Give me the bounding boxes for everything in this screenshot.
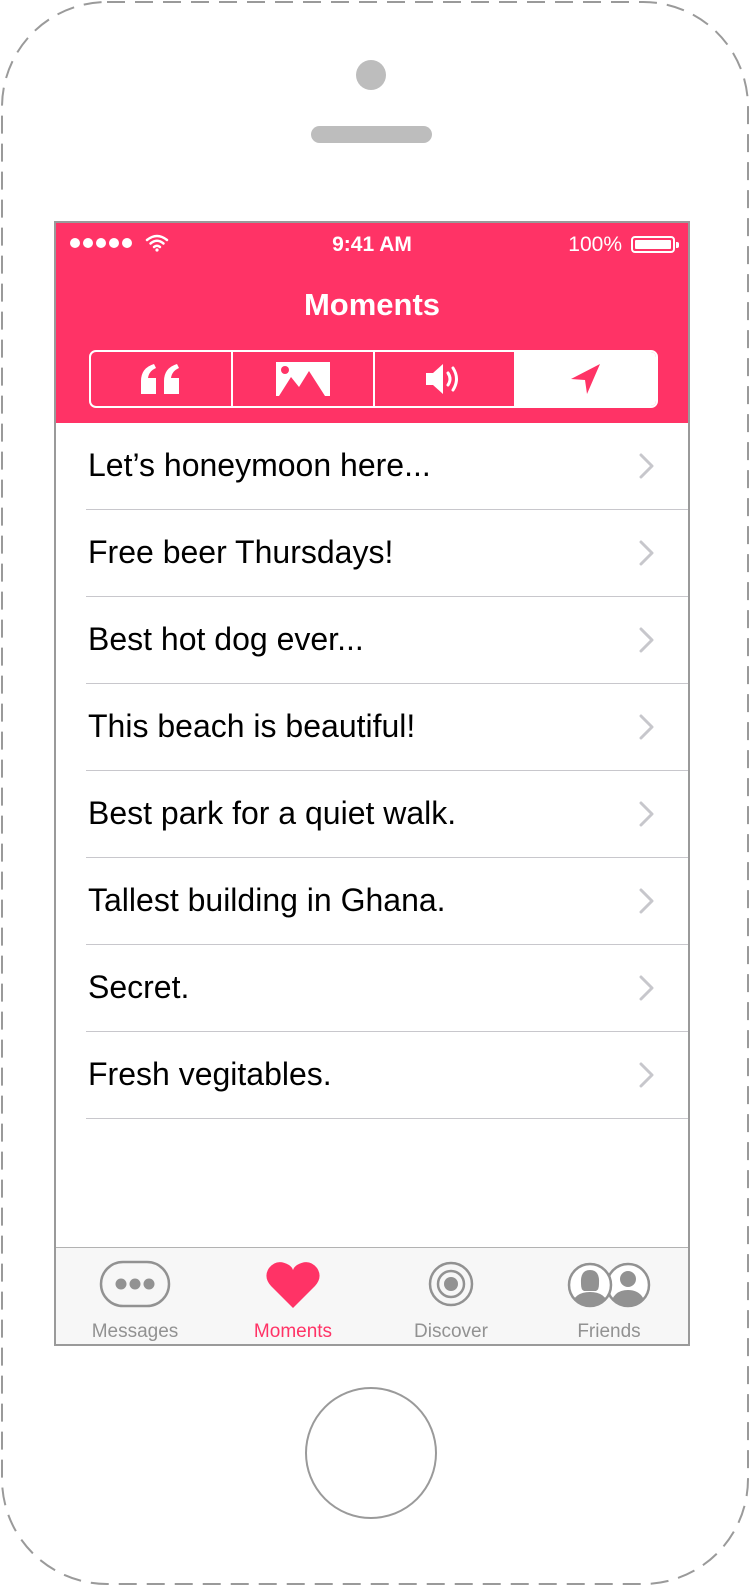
tab-messages[interactable]: Messages [56,1248,214,1344]
segment-audio[interactable] [375,352,517,406]
segment-photos[interactable] [233,352,375,406]
segment-location[interactable] [516,352,656,406]
image-icon [275,362,330,396]
nav-header: 9:41 AM 100% Moments [56,223,688,423]
tab-label: Messages [91,1321,179,1342]
moment-type-segmented-control [89,350,658,408]
friends-icon [567,1262,651,1308]
list-item-label: Fresh vegitables. [88,1056,332,1092]
list-item[interactable]: Tallest building in Ghana. [56,858,688,945]
list-item[interactable]: Best hot dog ever... [56,597,688,684]
segment-quotes[interactable] [91,352,233,406]
tab-bar: Messages Moments Discover Friends [56,1247,688,1344]
chevron-right-icon [639,975,654,1001]
quote-icon [140,364,179,394]
status-bar: 9:41 AM 100% [56,223,688,267]
battery-icon [631,236,679,253]
list-item[interactable]: Let’s honeymoon here... [56,423,688,510]
chevron-right-icon [639,453,654,479]
page-title: Moments [303,287,441,322]
tab-discover[interactable]: Discover [372,1248,530,1344]
heart-icon [266,1262,320,1308]
list-item[interactable]: Free beer Thursdays! [56,510,688,597]
tab-label: Friends [577,1321,641,1342]
list-item[interactable]: This beach is beautiful! [56,684,688,771]
tab-label: Moments [253,1321,333,1342]
home-button[interactable] [305,1387,437,1519]
list-item-label: Best hot dog ever... [88,621,364,657]
tab-moments[interactable]: Moments [214,1248,372,1344]
list-item-label: Free beer Thursdays! [88,534,394,570]
target-icon [428,1261,474,1307]
chat-bubble-icon [99,1260,171,1308]
chevron-right-icon [639,1062,654,1088]
chevron-right-icon [639,801,654,827]
list-item-label: Secret. [88,969,190,1005]
earpiece-speaker [311,126,432,143]
phone-screen: 9:41 AM 100% Moments Let’s honeymoon her… [54,221,690,1346]
chevron-right-icon [639,627,654,653]
chevron-right-icon [639,888,654,914]
list-item[interactable]: Fresh vegitables. [56,1032,688,1119]
list-item-label: Let’s honeymoon here... [88,447,431,483]
front-camera [356,60,386,90]
tab-label: Discover [414,1321,488,1342]
location-arrow-icon [571,364,601,394]
list-item[interactable]: Best park for a quiet walk. [56,771,688,858]
list-item-label: Tallest building in Ghana. [88,882,446,918]
battery-percentage: 100% [568,233,622,256]
chevron-right-icon [639,714,654,740]
list-item[interactable]: Secret. [56,945,688,1032]
chevron-right-icon [639,540,654,566]
list-item-label: Best park for a quiet walk. [88,795,457,831]
moments-list: Let’s honeymoon here... Free beer Thursd… [56,423,688,1119]
tab-friends[interactable]: Friends [530,1248,688,1344]
list-item-label: This beach is beautiful! [88,708,416,744]
speaker-icon [426,364,459,394]
